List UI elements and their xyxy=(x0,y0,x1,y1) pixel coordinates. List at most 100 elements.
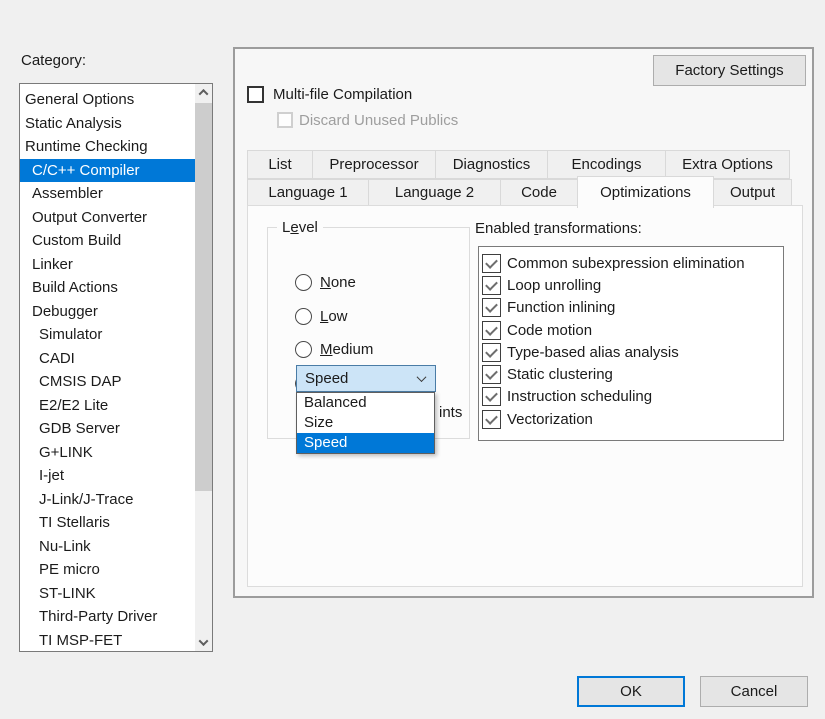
category-item-pe-micro[interactable]: PE micro xyxy=(20,558,195,582)
category-item-e2-e2-lite[interactable]: E2/E2 Lite xyxy=(20,394,195,418)
scrollbar-down-button[interactable] xyxy=(195,634,212,651)
checkbox-checked-icon[interactable] xyxy=(482,276,501,295)
category-item-runtime-checking[interactable]: Runtime Checking xyxy=(20,135,195,159)
category-item-label: Third-Party Driver xyxy=(39,608,157,625)
radio-medium[interactable]: Medium xyxy=(295,341,373,358)
tab-language-2[interactable]: Language 2 xyxy=(368,179,501,206)
radio-label: None xyxy=(320,274,356,291)
category-item-build-actions[interactable]: Build Actions xyxy=(20,276,195,300)
transformation-item[interactable]: Instruction scheduling xyxy=(479,386,783,408)
transformation-label: Function inlining xyxy=(507,299,615,316)
tab-list[interactable]: List xyxy=(247,150,313,179)
factory-settings-button[interactable]: Factory Settings xyxy=(653,55,806,86)
tab-output[interactable]: Output xyxy=(713,179,792,206)
multi-file-compilation-checkbox[interactable] xyxy=(247,86,264,103)
transformation-item[interactable]: Function inlining xyxy=(479,297,783,319)
category-item-c-c-compiler[interactable]: C/C++ Compiler xyxy=(20,159,195,183)
tab-code[interactable]: Code xyxy=(500,179,578,206)
category-item-ti-stellaris[interactable]: TI Stellaris xyxy=(20,511,195,535)
cancel-button[interactable]: Cancel xyxy=(700,676,808,707)
radio-none[interactable]: None xyxy=(295,274,356,291)
transformation-label: Instruction scheduling xyxy=(507,388,652,405)
combobox-dropdown-list: BalancedSizeSpeed xyxy=(296,392,435,454)
category-item-label: J-Link/J-Trace xyxy=(39,491,133,508)
category-item-third-party-driver[interactable]: Third-Party Driver xyxy=(20,605,195,629)
tab-row-1: List Preprocessor Diagnostics Encodings … xyxy=(247,150,789,179)
category-item-label: Nu-Link xyxy=(39,538,91,555)
category-item-label: Debugger xyxy=(32,303,98,320)
tab-label: Code xyxy=(521,184,557,201)
transformation-item[interactable]: Common subexpression elimination xyxy=(479,252,783,274)
tab-label: Diagnostics xyxy=(453,156,531,173)
tab-label: Output xyxy=(730,184,775,201)
tab-optimizations[interactable]: Optimizations xyxy=(577,176,714,208)
scrollbar-thumb[interactable] xyxy=(195,103,212,491)
checkbox-checked-icon[interactable] xyxy=(482,365,501,384)
ok-button[interactable]: OK xyxy=(577,676,685,707)
tab-label: Language 2 xyxy=(395,184,474,201)
category-item-custom-build[interactable]: Custom Build xyxy=(20,229,195,253)
category-item-label: Static Analysis xyxy=(25,115,122,132)
category-item-ti-msp-fet[interactable]: TI MSP-FET xyxy=(20,629,195,652)
level-group-label: Level xyxy=(277,219,323,236)
category-item-nu-link[interactable]: Nu-Link xyxy=(20,535,195,559)
tab-diagnostics[interactable]: Diagnostics xyxy=(435,150,548,179)
transformation-item[interactable]: Loop unrolling xyxy=(479,274,783,296)
tab-preprocessor[interactable]: Preprocessor xyxy=(312,150,436,179)
radio-button-icon xyxy=(295,341,312,358)
checkbox-checked-icon[interactable] xyxy=(482,254,501,273)
dropdown-option-size[interactable]: Size xyxy=(297,413,434,433)
radio-button-icon xyxy=(295,274,312,291)
category-item-cadi[interactable]: CADI xyxy=(20,347,195,371)
tab-encodings[interactable]: Encodings xyxy=(547,150,666,179)
category-item-st-link[interactable]: ST-LINK xyxy=(20,582,195,606)
discard-unused-publics-checkbox xyxy=(277,112,293,128)
transformation-item[interactable]: Type-based alias analysis xyxy=(479,341,783,363)
options-panel: Factory Settings Multi-file Compilation … xyxy=(233,47,814,598)
category-item-label: CADI xyxy=(39,350,75,367)
scrollbar-track[interactable] xyxy=(195,101,212,634)
tab-label: Extra Options xyxy=(682,156,773,173)
tab-extra-options[interactable]: Extra Options xyxy=(665,150,790,179)
category-item-label: Output Converter xyxy=(32,209,147,226)
category-item-label: Runtime Checking xyxy=(25,138,148,155)
category-scrollbar[interactable] xyxy=(195,84,212,651)
category-item-label: General Options xyxy=(25,91,134,108)
category-item-j-link-j-trace[interactable]: J-Link/J-Trace xyxy=(20,488,195,512)
category-item-gdb-server[interactable]: GDB Server xyxy=(20,417,195,441)
category-item-assembler[interactable]: Assembler xyxy=(20,182,195,206)
category-item-simulator[interactable]: Simulator xyxy=(20,323,195,347)
scrollbar-up-button[interactable] xyxy=(195,84,212,101)
category-item-general-options[interactable]: General Options xyxy=(20,88,195,112)
category-item-label: Build Actions xyxy=(32,279,118,296)
category-item-output-converter[interactable]: Output Converter xyxy=(20,206,195,230)
checkbox-checked-icon[interactable] xyxy=(482,298,501,317)
transformation-item[interactable]: Static clustering xyxy=(479,363,783,385)
transformation-item[interactable]: Code motion xyxy=(479,319,783,341)
dropdown-option-balanced[interactable]: Balanced xyxy=(297,393,434,413)
category-item-debugger[interactable]: Debugger xyxy=(20,300,195,324)
checkbox-checked-icon[interactable] xyxy=(482,387,501,406)
tab-language-1[interactable]: Language 1 xyxy=(247,179,369,206)
category-item-label: Custom Build xyxy=(32,232,121,249)
checkbox-checked-icon[interactable] xyxy=(482,410,501,429)
category-item-linker[interactable]: Linker xyxy=(20,253,195,277)
checkbox-checked-icon[interactable] xyxy=(482,343,501,362)
transformation-label: Common subexpression elimination xyxy=(507,255,745,272)
chevron-up-icon xyxy=(199,89,209,99)
high-level-combobox[interactable]: Speed xyxy=(296,365,436,392)
combobox-value: Speed xyxy=(305,370,348,387)
tab-label: Preprocessor xyxy=(329,156,418,173)
discard-unused-publics-label: Discard Unused Publics xyxy=(299,112,458,129)
category-item-i-jet[interactable]: I-jet xyxy=(20,464,195,488)
category-item-static-analysis[interactable]: Static Analysis xyxy=(20,112,195,136)
tab-label: Optimizations xyxy=(600,184,691,201)
checkbox-checked-icon[interactable] xyxy=(482,321,501,340)
radio-low[interactable]: Low xyxy=(295,308,348,325)
category-item-label: G+LINK xyxy=(39,444,93,461)
category-item-g-link[interactable]: G+LINK xyxy=(20,441,195,465)
dropdown-option-speed[interactable]: Speed xyxy=(297,433,434,453)
category-item-cmsis-dap[interactable]: CMSIS DAP xyxy=(20,370,195,394)
transformation-item[interactable]: Vectorization xyxy=(479,408,783,430)
optimizations-tab-page: Level None Low Medium High ints Speed Ba… xyxy=(247,205,803,587)
